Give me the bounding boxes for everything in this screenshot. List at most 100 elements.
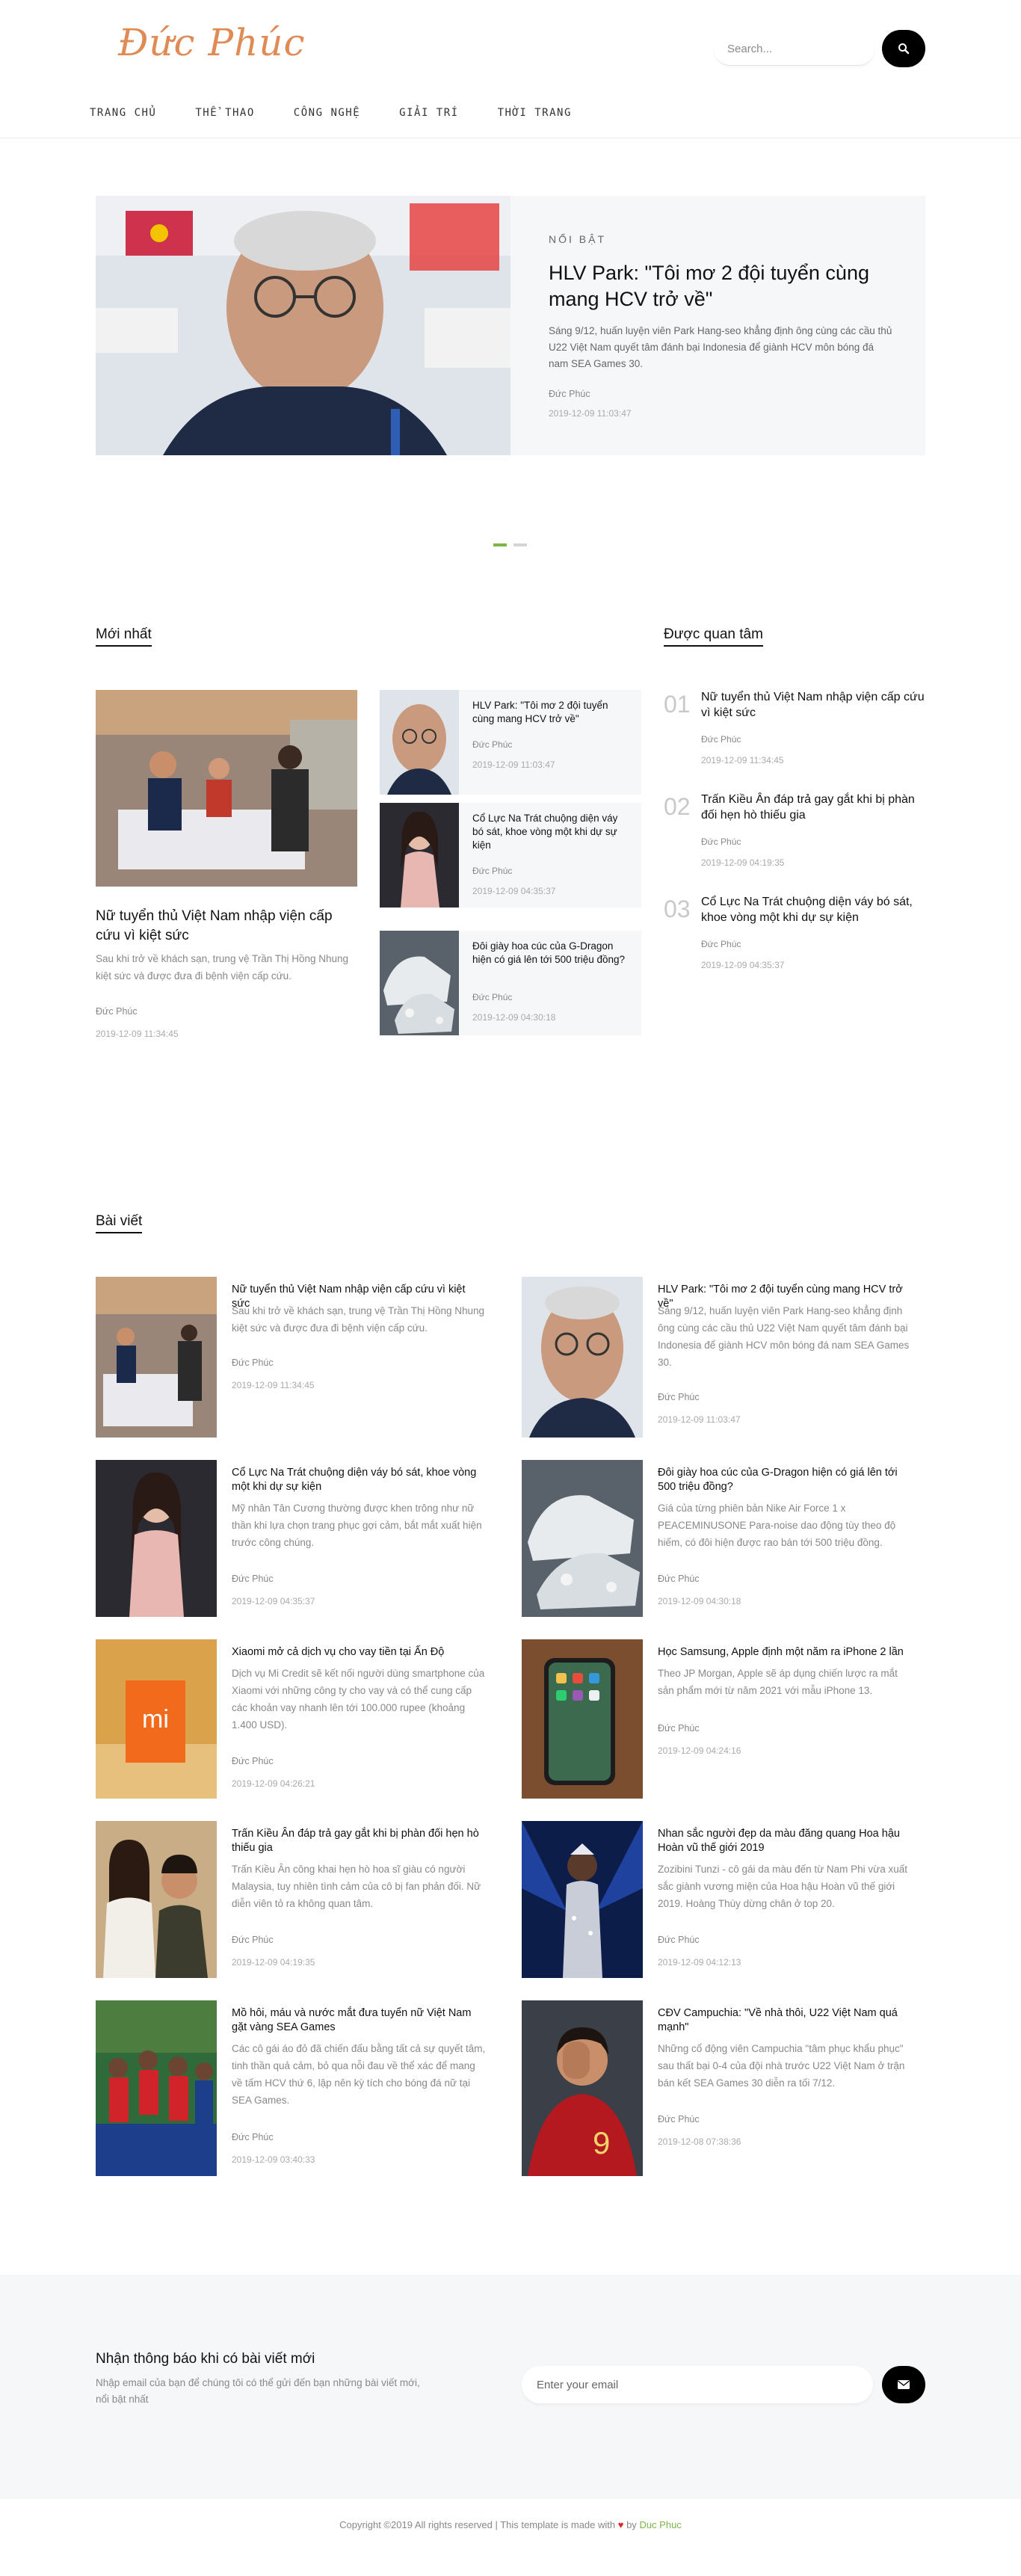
latest-item[interactable]: Cổ Lực Na Trát chuộng diện váy bó sát, k…: [380, 803, 641, 908]
article-author: Đức Phúc: [232, 1756, 274, 1766]
latest-item-image[interactable]: [380, 931, 459, 1035]
article-title[interactable]: Học Samsung, Apple định một năm ra iPhon…: [658, 1645, 912, 1660]
popular-item-number: 03: [664, 896, 691, 922]
article-card[interactable]: Nữ tuyển thủ Việt Nam nhập viện cấp cứu …: [96, 1277, 499, 1438]
latest-feature-image[interactable]: [96, 690, 357, 887]
main-nav: TRANG CHỦ THỂ THAO CÔNG NGHỆ GIẢI TRÍ TH…: [90, 107, 611, 119]
article-card[interactable]: Học Samsung, Apple định một năm ra iPhon…: [522, 1639, 925, 1799]
latest-item-title[interactable]: HLV Park: "Tôi mơ 2 đội tuyển cùng mang …: [472, 699, 629, 726]
article-card[interactable]: HLV Park: "Tôi mơ 2 đội tuyển cùng mang …: [522, 1277, 925, 1438]
latest-feature-excerpt: Sau khi trở về khách sạn, trung vệ Trần …: [96, 953, 349, 982]
article-excerpt: Sau khi trở về khách sạn, trung vệ Trần …: [232, 1305, 485, 1334]
article-date: 2019-12-08 07:38:36: [658, 2136, 741, 2147]
hero-content: NỔI BẬT HLV Park: "Tôi mơ 2 đội tuyển cù…: [549, 233, 892, 419]
latest-item[interactable]: Đôi giày hoa cúc của G-Dragon hiện có gi…: [380, 931, 641, 1035]
article-date: 2019-12-09 11:34:45: [232, 1380, 315, 1390]
hero-author: Đức Phúc: [549, 389, 590, 399]
article-author: Đức Phúc: [658, 1935, 700, 1945]
newsletter-description: Nhập email của bạn để chúng tôi có thể g…: [96, 2377, 420, 2405]
popular-item-author: Đức Phúc: [701, 734, 741, 745]
article-title[interactable]: Cổ Lực Na Trát chuộng diện váy bó sát, k…: [232, 1466, 486, 1494]
popular-item[interactable]: 03 Cổ Lực Na Trát chuộng diện váy bó sát…: [664, 894, 925, 976]
article-author: Đức Phúc: [232, 1574, 274, 1584]
latest-item-date: 2019-12-09 04:30:18: [472, 1012, 556, 1023]
article-excerpt: Sáng 9/12, huấn luyện viên Park Hang-seo…: [658, 1305, 910, 1368]
hero-kicker: NỔI BẬT: [549, 233, 607, 245]
article-image[interactable]: [96, 2000, 217, 2176]
article-card[interactable]: Trấn Kiều Ân đáp trả gay gắt khi bị phàn…: [96, 1821, 499, 1978]
article-image[interactable]: [522, 1277, 643, 1438]
search-button[interactable]: [882, 30, 925, 67]
article-image[interactable]: [96, 1277, 217, 1438]
latest-feature-title[interactable]: Nữ tuyển thủ Việt Nam nhập viện cấp cứu …: [96, 907, 357, 946]
nav-item-home[interactable]: TRANG CHỦ: [90, 107, 156, 119]
popular-item-title[interactable]: Cổ Lực Na Trát chuộng diện váy bó sát, k…: [701, 894, 925, 925]
article-excerpt: Các cô gái áo đỏ đã chiến đấu bằng tất c…: [232, 2043, 486, 2106]
latest-item-title[interactable]: Cổ Lực Na Trát chuộng diện váy bó sát, k…: [472, 812, 629, 852]
nav-item-sports[interactable]: THỂ THAO: [195, 107, 254, 119]
article-date: 2019-12-09 04:26:21: [232, 1778, 315, 1789]
article-title[interactable]: Nhan sắc người đẹp da màu đăng quang Hoa…: [658, 1827, 912, 1855]
popular-item-title[interactable]: Trấn Kiều Ân đáp trả gay gắt khi bị phàn…: [701, 792, 925, 823]
article-image[interactable]: [96, 1460, 217, 1617]
slider-dot-1[interactable]: [493, 543, 507, 546]
article-excerpt: Dịch vụ Mi Credit sẽ kết nối người dùng …: [232, 1668, 485, 1731]
article-excerpt: Trấn Kiều Ân công khai hẹn hò hoa sĩ già…: [232, 1864, 481, 1909]
article-card[interactable]: Đôi giày hoa cúc của G-Dragon hiện có gi…: [522, 1460, 925, 1617]
newsletter-section: Nhận thông báo khi có bài viết mới Nhập …: [0, 2275, 1021, 2499]
latest-item-image[interactable]: [380, 690, 459, 795]
article-title[interactable]: Xiaomi mở cả dịch vụ cho vay tiền tại Ấn…: [232, 1645, 486, 1660]
latest-item-image[interactable]: [380, 803, 459, 908]
article-image[interactable]: mi: [96, 1639, 217, 1799]
search-input[interactable]: [714, 33, 875, 66]
slider-dot-2[interactable]: [513, 543, 527, 546]
popular-item-author: Đức Phúc: [701, 836, 741, 847]
article-title[interactable]: Mồ hôi, máu và nước mắt đưa tuyển nữ Việ…: [232, 2006, 486, 2035]
search-icon: [898, 43, 910, 55]
site-logo[interactable]: Đức Phúc: [118, 21, 306, 64]
article-title[interactable]: Đôi giày hoa cúc của G-Dragon hiện có gi…: [658, 1466, 912, 1494]
article-card[interactable]: mi Xiaomi mở cả dịch vụ cho vay tiền tại…: [96, 1639, 499, 1799]
latest-section-title: Mới nhất: [96, 626, 152, 647]
article-image[interactable]: [522, 1821, 643, 1978]
article-image[interactable]: [522, 1460, 643, 1617]
footer-copyright: Copyright ©2019 All rights reserved | Th…: [339, 2519, 616, 2530]
article-title[interactable]: CĐV Campuchia: "Về nhà thôi, U22 Việt Na…: [658, 2006, 912, 2035]
article-card[interactable]: Nhan sắc người đẹp da màu đăng quang Hoa…: [522, 1821, 925, 1978]
hero-image[interactable]: [96, 196, 510, 455]
article-date: 2019-12-09 03:40:33: [232, 2154, 315, 2165]
newsletter-submit-button[interactable]: [882, 2366, 925, 2403]
latest-item-author: Đức Phúc: [472, 866, 513, 876]
article-excerpt: Những cổ động viên Campuchia "tâm phục k…: [658, 2043, 905, 2089]
article-author: Đức Phúc: [232, 1358, 274, 1368]
article-card[interactable]: Mồ hôi, máu và nước mắt đưa tuyển nữ Việ…: [96, 2000, 499, 2176]
footer-brand-link[interactable]: Duc Phuc: [639, 2519, 681, 2530]
article-author: Đức Phúc: [232, 2132, 274, 2142]
article-image[interactable]: 9: [522, 2000, 643, 2176]
nav-item-technology[interactable]: CÔNG NGHỆ: [294, 107, 360, 119]
popular-item[interactable]: 01 Nữ tuyển thủ Việt Nam nhập viện cấp c…: [664, 689, 925, 771]
nav-item-entertainment[interactable]: GIẢI TRÍ: [399, 107, 458, 119]
article-title[interactable]: Trấn Kiều Ân đáp trả gay gắt khi bị phàn…: [232, 1827, 486, 1855]
article-card[interactable]: Cổ Lực Na Trát chuộng diện váy bó sát, k…: [96, 1460, 499, 1617]
hero-date: 2019-12-09 11:03:47: [549, 408, 632, 419]
latest-item-title[interactable]: Đôi giày hoa cúc của G-Dragon hiện có gi…: [472, 940, 629, 967]
article-author: Đức Phúc: [658, 2114, 700, 2124]
hero-title[interactable]: HLV Park: "Tôi mơ 2 đội tuyển cùng mang …: [549, 260, 892, 312]
article-excerpt: Giá của từng phiên bản Nike Air Force 1 …: [658, 1503, 896, 1548]
latest-feature-date: 2019-12-09 11:34:45: [96, 1029, 179, 1039]
popular-item-title[interactable]: Nữ tuyển thủ Việt Nam nhập viện cấp cứu …: [701, 689, 925, 721]
hero-slide[interactable]: NỔI BẬT HLV Park: "Tôi mơ 2 đội tuyển cù…: [96, 196, 925, 455]
popular-item[interactable]: 02 Trấn Kiều Ân đáp trả gay gắt khi bị p…: [664, 792, 925, 874]
latest-feature-author: Đức Phúc: [96, 1006, 138, 1017]
article-date: 2019-12-09 04:12:13: [658, 1957, 741, 1968]
article-excerpt: Mỹ nhân Tân Cương thường được khen trông…: [232, 1503, 482, 1548]
popular-item-author: Đức Phúc: [701, 939, 741, 949]
svg-text:9: 9: [593, 2125, 610, 2160]
article-image[interactable]: [96, 1821, 217, 1978]
nav-item-fashion[interactable]: THỜI TRANG: [498, 107, 572, 119]
latest-item[interactable]: HLV Park: "Tôi mơ 2 đội tuyển cùng mang …: [380, 690, 641, 795]
article-card[interactable]: 9 CĐV Campuchia: "Về nhà thôi, U22 Việt …: [522, 2000, 925, 2176]
article-image[interactable]: [522, 1639, 643, 1799]
newsletter-email-input[interactable]: [522, 2366, 873, 2403]
